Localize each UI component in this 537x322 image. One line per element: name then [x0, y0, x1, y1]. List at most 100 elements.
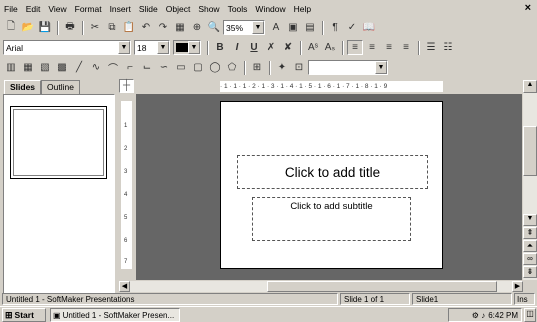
link-icon[interactable]: ∞: [523, 253, 537, 265]
cut-icon[interactable]: ✂: [87, 20, 103, 35]
align-right-icon[interactable]: ≡: [381, 40, 397, 55]
status-bar: Untitled 1 - SoftMaker Presentations Sli…: [0, 293, 537, 305]
ellipse-icon[interactable]: ◯: [207, 60, 223, 75]
bold-button[interactable]: B: [212, 40, 228, 55]
menu-show[interactable]: Show: [198, 4, 219, 14]
numbering-icon[interactable]: ☰: [423, 40, 439, 55]
taskbar-app-label: Untitled 1 - SoftMaker Presen...: [62, 310, 175, 320]
menu-view[interactable]: View: [48, 4, 66, 14]
scroll-thumb[interactable]: [523, 126, 537, 176]
curve-icon[interactable]: ⌒: [105, 60, 121, 75]
ruler-tick-label: 2: [124, 146, 128, 152]
menu-help[interactable]: Help: [294, 4, 311, 14]
book-icon[interactable]: 📖: [361, 20, 377, 35]
show-desktop-icon[interactable]: ◫: [524, 308, 536, 322]
start-button[interactable]: ⊞ Start: [2, 308, 46, 322]
picture-icon[interactable]: ▣: [285, 20, 301, 35]
scroll-thumb-horizontal[interactable]: [267, 281, 497, 292]
effects-icon[interactable]: ✦: [274, 60, 290, 75]
rectangle-icon[interactable]: ▭: [173, 60, 189, 75]
rounded-rect-icon[interactable]: ▢: [190, 60, 206, 75]
zoom-select[interactable]: 35% ▼: [223, 20, 265, 35]
print-icon[interactable]: 🖶: [62, 20, 78, 35]
ruler-corner[interactable]: ┼: [119, 79, 134, 93]
double-strike-icon[interactable]: ✘: [280, 40, 296, 55]
elbow-connector-icon[interactable]: ⌙: [139, 60, 155, 75]
separator: [57, 20, 59, 35]
spellcheck-icon[interactable]: ✓: [344, 20, 360, 35]
ruler-scale: · 1 · 1 · 1 · 2 · 1 · 3 · 1 · 4 · 1 · 5 …: [220, 81, 443, 92]
menu-object[interactable]: Object: [166, 4, 191, 14]
menu-slide[interactable]: Slide: [139, 4, 158, 14]
superscript-icon[interactable]: Aˢ: [305, 40, 321, 55]
freehand-icon[interactable]: ∿: [88, 60, 104, 75]
color-swatch: [176, 43, 188, 52]
tab-slides[interactable]: Slides: [4, 80, 42, 94]
autoshape-icon[interactable]: ⬠: [224, 60, 240, 75]
prev-slide-icon[interactable]: ⇞: [523, 227, 537, 239]
italic-button[interactable]: I: [229, 40, 245, 55]
open-icon[interactable]: 📂: [20, 20, 36, 35]
group-icon[interactable]: ⊞: [249, 60, 265, 75]
paste-icon[interactable]: 📋: [121, 20, 137, 35]
table-icon[interactable]: ▦: [172, 20, 188, 35]
object-toolbar: ▥ ▦ ▧ ▩ ╱ ∿ ⌒ ⌐ ⌙ ∽ ▭ ▢ ◯ ⬠ ⊞ ✦ ⊡ ▼: [0, 58, 537, 77]
menu-edit[interactable]: Edit: [26, 4, 41, 14]
underline-button[interactable]: U: [246, 40, 262, 55]
layout-icon[interactable]: ▥: [3, 60, 19, 75]
app-icon: ▣: [53, 310, 61, 320]
separator: [207, 40, 209, 55]
slide-canvas[interactable]: Click to add title Click to add subtitle: [220, 101, 443, 269]
next-slide-icon[interactable]: ⇟: [523, 266, 537, 278]
color-select[interactable]: ▼: [173, 40, 201, 55]
justify-icon[interactable]: ≡: [398, 40, 414, 55]
chevron-down-icon: ▼: [118, 41, 130, 54]
chart-icon[interactable]: ▩: [54, 60, 70, 75]
menu-window[interactable]: Window: [255, 4, 285, 14]
zoom-in-icon[interactable]: ⊕: [189, 20, 205, 35]
align-center-icon[interactable]: ≡: [364, 40, 380, 55]
animation-icon[interactable]: ⊡: [291, 60, 307, 75]
font-size-value: 18: [137, 42, 147, 53]
master-icon[interactable]: ▦: [20, 60, 36, 75]
subscript-icon[interactable]: Aₛ: [322, 40, 338, 55]
menu-insert[interactable]: Insert: [110, 4, 131, 14]
tray-icons[interactable]: ⚙ ♪: [472, 311, 485, 320]
scroll-right-icon[interactable]: ▶: [512, 281, 523, 292]
font-size-select[interactable]: 18 ▼: [134, 40, 170, 55]
line-icon[interactable]: ╱: [71, 60, 87, 75]
textframe-icon[interactable]: A: [268, 20, 284, 35]
title-placeholder[interactable]: Click to add title: [237, 155, 428, 189]
new-icon[interactable]: 🗋: [3, 20, 19, 35]
copy-icon[interactable]: ⧉: [104, 20, 120, 35]
close-icon[interactable]: ×: [525, 2, 531, 14]
up-arrow-icon[interactable]: ⏶: [523, 240, 537, 252]
font-value: Arial: [6, 42, 24, 53]
image-icon[interactable]: ▧: [37, 60, 53, 75]
scroll-down-icon[interactable]: ▼: [523, 214, 537, 226]
scroll-up-icon[interactable]: ▲: [523, 80, 537, 93]
redo-icon[interactable]: ↷: [155, 20, 171, 35]
connector-icon[interactable]: ⌐: [122, 60, 138, 75]
subtitle-placeholder[interactable]: Click to add subtitle: [252, 197, 411, 241]
font-select[interactable]: Arial ▼: [3, 40, 131, 55]
align-left-icon[interactable]: ≡: [347, 40, 363, 55]
menu-tools[interactable]: Tools: [228, 4, 248, 14]
scroll-left-icon[interactable]: ◀: [119, 281, 130, 292]
horizontal-scrollbar[interactable]: ◀ ▶: [119, 281, 523, 292]
taskbar-app-button[interactable]: ▣ Untitled 1 - SoftMaker Presen...: [50, 308, 180, 322]
bullets-icon[interactable]: ☷: [440, 40, 456, 55]
tab-outline[interactable]: Outline: [41, 80, 80, 94]
object-select[interactable]: ▼: [308, 60, 388, 75]
menu-format[interactable]: Format: [75, 4, 102, 14]
menu-file[interactable]: File: [4, 4, 18, 14]
pilcrow-icon[interactable]: ¶: [327, 20, 343, 35]
vertical-scrollbar[interactable]: ▲ ▼ ⇞ ⏶ ∞ ⇟: [523, 80, 537, 280]
zoom-icon[interactable]: 🔍: [206, 20, 222, 35]
curved-connector-icon[interactable]: ∽: [156, 60, 172, 75]
strikethrough-icon[interactable]: ✗: [263, 40, 279, 55]
undo-icon[interactable]: ↶: [138, 20, 154, 35]
object-icon[interactable]: ▤: [302, 20, 318, 35]
slide-thumbnail[interactable]: [10, 106, 107, 179]
save-icon[interactable]: 💾: [37, 20, 53, 35]
